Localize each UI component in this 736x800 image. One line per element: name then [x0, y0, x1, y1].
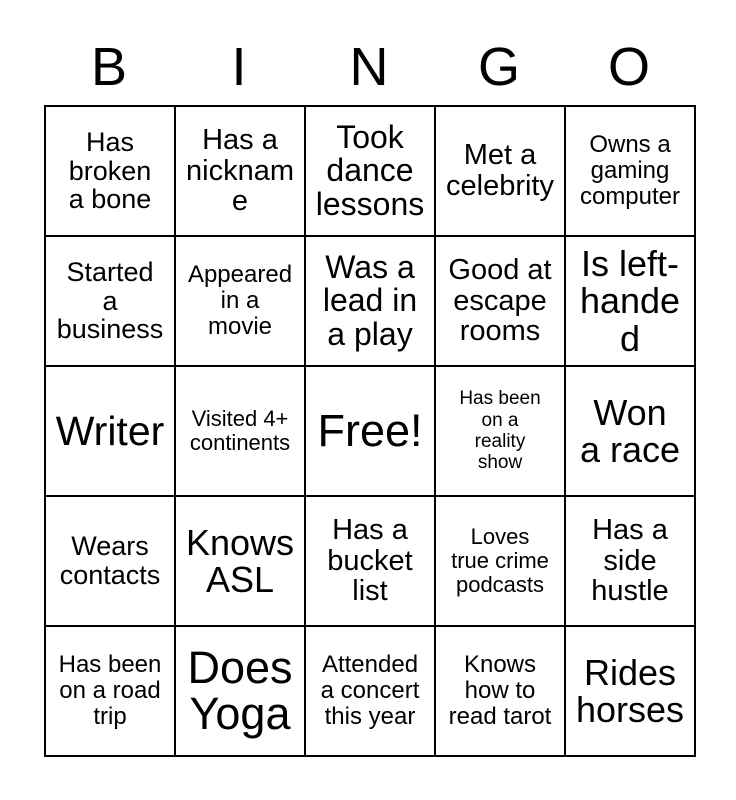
bingo-cell[interactable]: Started a business — [46, 237, 176, 367]
bingo-cell-label: Has been on a reality show — [459, 388, 541, 474]
bingo-cell[interactable]: Owns a gaming computer — [566, 107, 696, 237]
bingo-cell[interactable]: Knows how to read tarot — [436, 627, 566, 757]
bingo-cell-label: Writer — [55, 407, 165, 454]
bingo-cell[interactable]: Took dance lessons — [306, 107, 436, 237]
bingo-cell[interactable]: Has a nickname — [176, 107, 306, 237]
bingo-cell[interactable]: Has been on a reality show — [436, 367, 566, 497]
bingo-cell-label: Loves true crime podcasts — [451, 523, 549, 598]
bingo-cell[interactable]: Visited 4+ continents — [176, 367, 306, 497]
bingo-cell[interactable]: Won a race — [566, 367, 696, 497]
bingo-cell-label: Attended a concert this year — [320, 651, 420, 730]
bingo-cell-label: Is left- handed — [579, 242, 681, 359]
bingo-cell[interactable]: Writer — [46, 367, 176, 497]
header-letter-i: I — [231, 36, 247, 97]
header-letter-g: G — [477, 36, 520, 97]
bingo-cell-label: Won a race — [579, 391, 681, 470]
bingo-cell-label: Has been on a road trip — [58, 651, 162, 730]
header-letter-b: B — [90, 36, 128, 97]
header-letter-o: O — [607, 36, 650, 97]
bingo-cell[interactable]: Has a side hustle — [566, 497, 696, 627]
bingo-cell-label: Free! — [317, 405, 423, 457]
header-letter-n: N — [349, 36, 389, 97]
bingo-cell-label: Took dance lessons — [315, 118, 425, 222]
bingo-cell-label: Started a business — [56, 257, 164, 345]
bingo-cell[interactable]: Rides horses — [566, 627, 696, 757]
bingo-cell-label: Appeared in a movie — [187, 261, 293, 340]
bingo-cell-label: Was a lead in a play — [322, 248, 418, 352]
bingo-cell-label: Owns a gaming computer — [579, 131, 681, 210]
bingo-grid: Has broken a bone Has a nickname Took danc… — [44, 105, 696, 757]
bingo-cell-label: Has a bucket list — [327, 513, 413, 608]
bingo-cell-label: Visited 4+ continents — [189, 405, 291, 455]
bingo-cell[interactable]: Appeared in a movie — [176, 237, 306, 367]
bingo-cell[interactable]: Knows ASL — [176, 497, 306, 627]
bingo-cell-free[interactable]: Free! — [306, 367, 436, 497]
bingo-cell-label: Has a nickname — [186, 123, 294, 218]
bingo-cell[interactable]: Good at escape rooms — [436, 237, 566, 367]
bingo-header: B I N G O — [44, 28, 694, 105]
bingo-cell-label: Knows how to read tarot — [448, 651, 552, 730]
bingo-cell-label: Does Yoga — [187, 642, 293, 739]
bingo-cell[interactable]: Loves true crime podcasts — [436, 497, 566, 627]
bingo-cell[interactable]: Has been on a road trip — [46, 627, 176, 757]
bingo-cell-label: Has broken a bone — [68, 127, 152, 215]
bingo-cell[interactable]: Was a lead in a play — [306, 237, 436, 367]
bingo-card: B I N G O Has broken a bone Has a nicknam… — [0, 0, 736, 800]
bingo-cell[interactable]: Is left- handed — [566, 237, 696, 367]
bingo-cell-label: Met a celebrity — [446, 139, 554, 202]
bingo-cell-label: Has a side hustle — [591, 513, 669, 608]
bingo-cell[interactable]: Attended a concert this year — [306, 627, 436, 757]
bingo-cell-label: Good at escape rooms — [448, 253, 552, 348]
bingo-cell-label: Knows ASL — [185, 521, 295, 600]
bingo-cell[interactable]: Has broken a bone — [46, 107, 176, 237]
bingo-cell[interactable]: Does Yoga — [176, 627, 306, 757]
bingo-cell-label: Wears contacts — [59, 531, 161, 590]
bingo-cell[interactable]: Wears contacts — [46, 497, 176, 627]
bingo-cell[interactable]: Met a celebrity — [436, 107, 566, 237]
bingo-cell-label: Rides horses — [575, 651, 685, 730]
bingo-cell[interactable]: Has a bucket list — [306, 497, 436, 627]
